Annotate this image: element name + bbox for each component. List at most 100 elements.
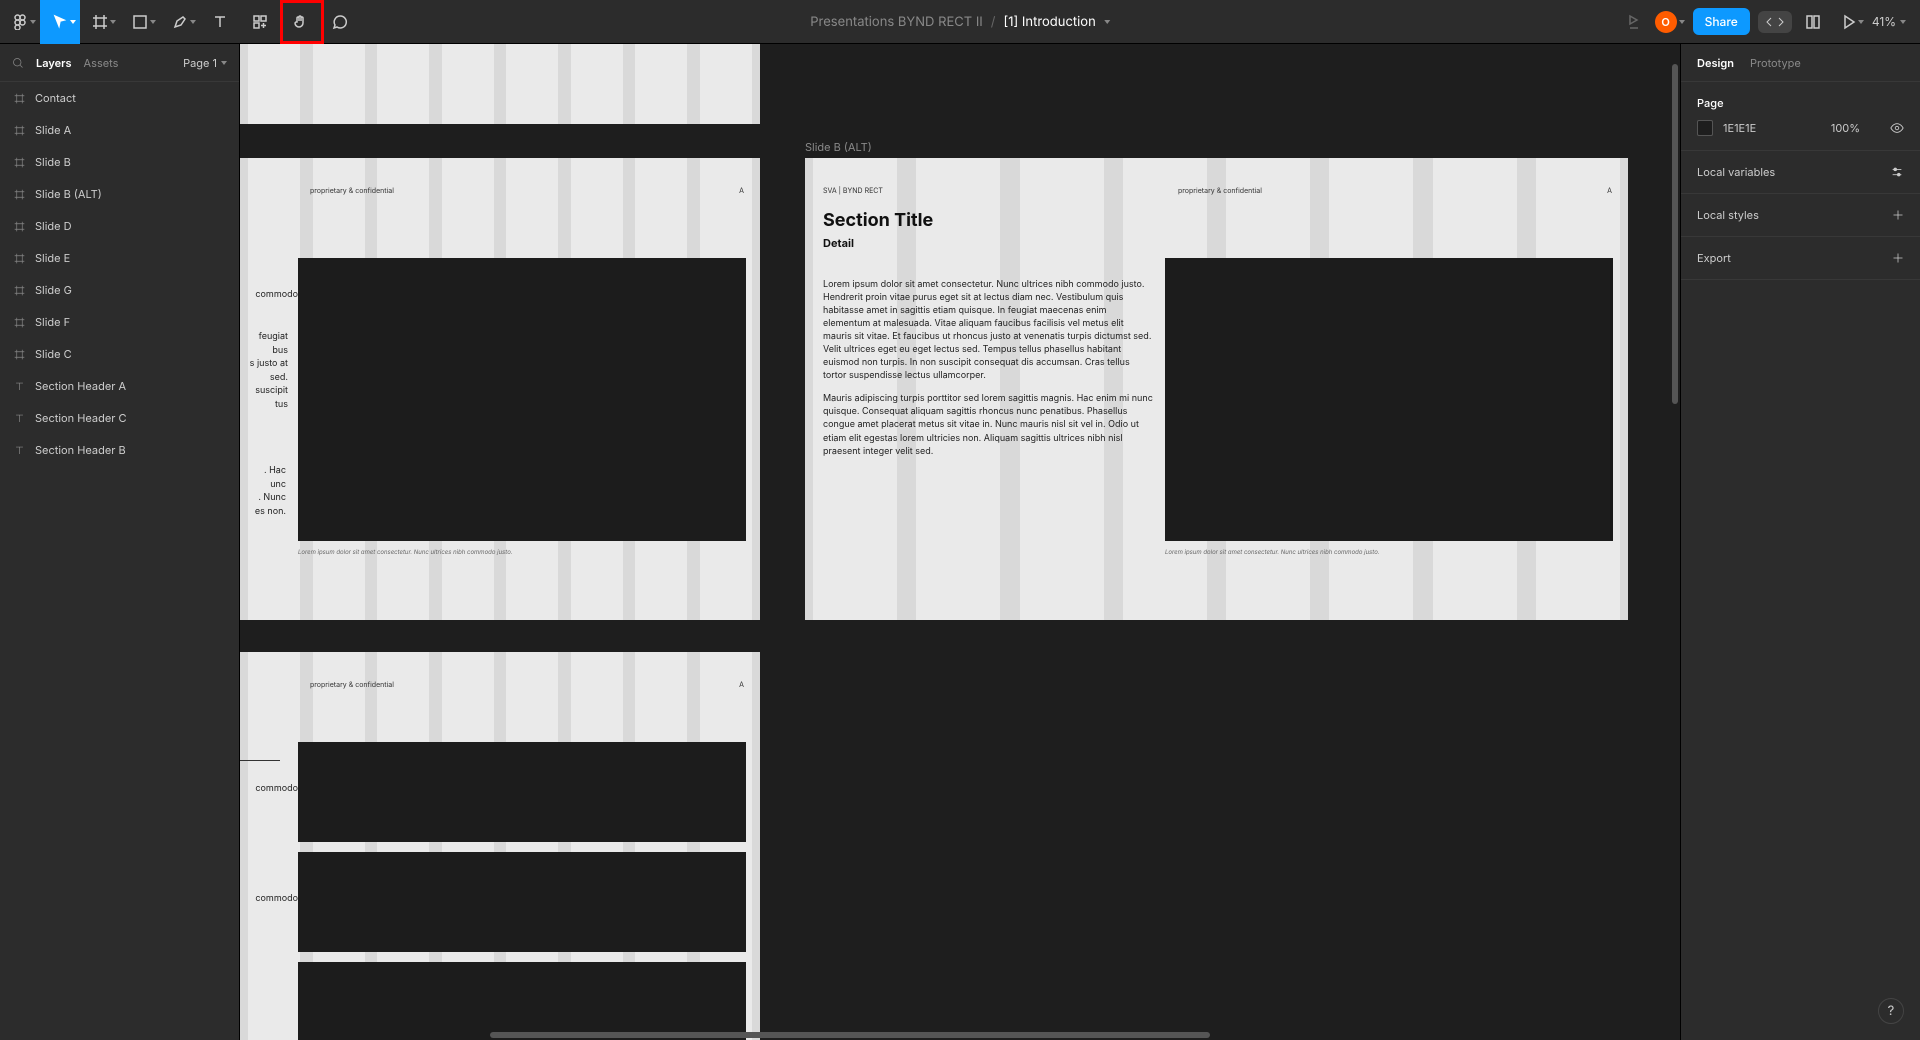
left-panel: Layers Assets Page 1 Contact Slide A Slide… [0, 44, 240, 1040]
comment-tool-button[interactable] [320, 0, 360, 44]
chevron-down-icon [221, 61, 227, 65]
scrollbar-thumb[interactable] [490, 1032, 1210, 1038]
hand-icon [292, 14, 308, 30]
text-icon [14, 445, 25, 456]
layer-name: Slide G [35, 283, 72, 297]
plus-icon[interactable] [1892, 252, 1904, 264]
main-menu-button[interactable] [0, 0, 40, 44]
local-styles-section[interactable]: Local styles [1681, 194, 1920, 237]
document-title[interactable]: Presentations BYND RECT II / [1] Introdu… [810, 14, 1110, 30]
zoom-value: 41% [1872, 14, 1896, 29]
canvas-frame[interactable] [240, 44, 760, 124]
comment-icon [332, 14, 348, 30]
share-button[interactable]: Share [1693, 8, 1750, 35]
settings-icon[interactable] [1890, 165, 1904, 179]
present-button[interactable] [1834, 0, 1864, 44]
chevron-down-icon [70, 20, 76, 24]
user-avatar: O [1655, 11, 1677, 33]
page-section-title: Page [1697, 96, 1904, 110]
layer-name: Slide A [35, 123, 71, 137]
page-selector[interactable]: Page 1 [183, 56, 227, 70]
move-tool-button[interactable] [40, 0, 80, 44]
text-tool-button[interactable] [200, 0, 240, 44]
frame-icon [14, 285, 25, 296]
resources-tool-button[interactable] [240, 0, 280, 44]
page-background-row[interactable]: 1E1E1E 100% [1697, 120, 1904, 136]
cursor-icon [52, 14, 68, 30]
vertical-scrollbar[interactable] [1670, 44, 1680, 1030]
prototype-tab[interactable]: Prototype [1750, 56, 1801, 70]
right-panel-header: Design Prototype [1681, 44, 1920, 82]
left-panel-header: Layers Assets Page 1 [0, 44, 239, 82]
color-opacity: 100% [1831, 121, 1860, 135]
layer-name: Slide C [35, 347, 72, 361]
canvas-frame[interactable]: proprietary & confidential A Lorem ipsum… [240, 158, 760, 620]
frame-icon [14, 93, 25, 104]
layer-name: Section Header A [35, 379, 126, 393]
layer-row[interactable]: Slide A [0, 114, 239, 146]
frame-icon [14, 157, 25, 168]
layer-row[interactable]: Slide B (ALT) [0, 178, 239, 210]
layer-name: Section Header B [35, 443, 126, 457]
frame-label[interactable]: Slide B (ALT) [805, 140, 872, 154]
toolbar-right: O Share 41% [1619, 0, 1920, 44]
frame-icon [14, 317, 25, 328]
page-section: Page 1E1E1E 100% [1681, 82, 1920, 151]
layer-row[interactable]: Slide B [0, 146, 239, 178]
multiplayer-icon [1625, 14, 1641, 30]
chevron-down-icon [1900, 20, 1906, 24]
layer-row[interactable]: Section Header B [0, 434, 239, 466]
chevron-down-icon [30, 20, 36, 24]
shape-tool-button[interactable] [120, 0, 160, 44]
avatar-menu[interactable]: O [1655, 11, 1685, 33]
local-variables-section[interactable]: Local variables [1681, 151, 1920, 194]
canvas[interactable]: proprietary & confidential A Lorem ipsum… [240, 44, 1680, 1040]
figma-logo-icon [12, 14, 28, 30]
color-swatch[interactable] [1697, 120, 1713, 136]
frame-icon [92, 14, 108, 30]
layer-row[interactable]: Section Header C [0, 402, 239, 434]
design-tab[interactable]: Design [1697, 56, 1734, 70]
layers-tab[interactable]: Layers [36, 56, 72, 70]
rectangle-icon [132, 14, 148, 30]
chevron-down-icon [110, 20, 116, 24]
book-icon [1805, 14, 1821, 30]
assets-tab[interactable]: Assets [84, 56, 119, 70]
horizontal-scrollbar[interactable] [240, 1030, 1680, 1040]
help-button[interactable]: ? [1878, 998, 1904, 1024]
dev-mode-button[interactable] [1758, 11, 1792, 33]
dev-mode-icon [1766, 16, 1784, 28]
resources-icon [252, 14, 268, 30]
chevron-down-icon [1858, 20, 1864, 24]
library-button[interactable] [1800, 0, 1826, 44]
eye-icon[interactable] [1890, 121, 1904, 135]
frame-icon [14, 253, 25, 264]
text-icon [14, 381, 25, 392]
canvas-frame-slide-b-alt[interactable]: Slide B (ALT) SVA | BYND RECT proprietar… [805, 158, 1628, 620]
layer-row[interactable]: Section Header A [0, 370, 239, 402]
frame-tool-button[interactable] [80, 0, 120, 44]
search-icon[interactable] [12, 57, 24, 69]
pen-tool-button[interactable] [160, 0, 200, 44]
multiplayer-button[interactable] [1619, 0, 1647, 44]
export-section[interactable]: Export [1681, 237, 1920, 280]
text-icon [14, 413, 25, 424]
layer-name: Slide B [35, 155, 71, 169]
layer-row[interactable]: Contact [0, 82, 239, 114]
canvas-frame[interactable]: proprietary & confidential A commodo com… [240, 652, 760, 1040]
plus-icon[interactable] [1892, 209, 1904, 221]
project-name: Presentations BYND RECT II [810, 14, 983, 30]
layer-row[interactable]: Slide C [0, 338, 239, 370]
play-icon [1841, 14, 1857, 30]
text-icon [212, 14, 228, 30]
layer-row[interactable]: Slide F [0, 306, 239, 338]
zoom-menu[interactable]: 41% [1872, 14, 1906, 29]
frame-icon [14, 125, 25, 136]
scrollbar-thumb[interactable] [1672, 64, 1678, 404]
chevron-down-icon [190, 20, 196, 24]
hand-tool-button[interactable] [280, 0, 320, 44]
layer-row[interactable]: Slide E [0, 242, 239, 274]
layer-name: Slide E [35, 251, 70, 265]
layer-row[interactable]: Slide D [0, 210, 239, 242]
layer-row[interactable]: Slide G [0, 274, 239, 306]
